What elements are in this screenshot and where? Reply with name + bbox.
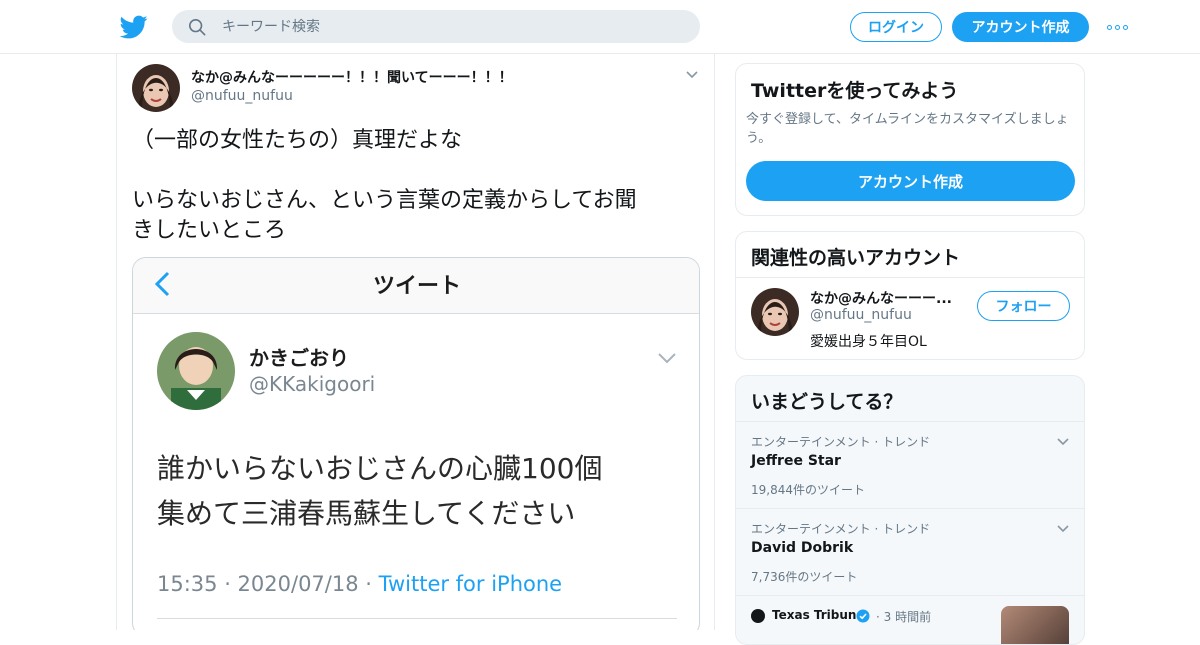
login-button[interactable]: ログイン bbox=[850, 12, 942, 42]
author-handle[interactable]: @nufuu_nufuu bbox=[191, 88, 293, 104]
screenshot-author-name: かきごおり bbox=[249, 346, 349, 370]
more-options-icon[interactable] bbox=[1107, 22, 1131, 32]
create-account-button[interactable]: アカウント作成 bbox=[746, 161, 1075, 201]
screenshot-tweet-body: 誰かいらないおじさんの心臓100個 集めて三浦春馬蘇生してください bbox=[157, 446, 677, 536]
trend-context: エンターテインメント · トレンド bbox=[751, 435, 931, 449]
news-item[interactable]: Texas Tribune · 3 時間前 bbox=[736, 595, 1084, 644]
related-account-handle[interactable]: @nufuu_nufuu bbox=[810, 307, 912, 323]
trend-name[interactable]: David Dobrik bbox=[751, 540, 853, 556]
screenshot-time: 15:35 · 2020/07/18 · bbox=[157, 572, 379, 596]
trend-item[interactable]: エンターテインメント · トレンド Jeffree Star 19,844件のツ… bbox=[736, 421, 1084, 508]
trends-card-title: いまどうしてる？ bbox=[751, 391, 903, 413]
chevron-down-icon[interactable] bbox=[685, 70, 699, 80]
signup-button[interactable]: アカウント作成 bbox=[952, 12, 1089, 42]
tweet-text-line: いらないおじさん、という言葉の定義からしてお聞 bbox=[132, 188, 637, 213]
divider bbox=[157, 618, 677, 619]
trend-count: 19,844件のツイート bbox=[751, 483, 865, 497]
news-time: · 3 時間前 bbox=[876, 610, 932, 624]
tweet-text-line: きしたいところ bbox=[132, 218, 287, 243]
related-account-bio: 愛媛出身５年目OL bbox=[810, 334, 927, 350]
signup-card: Twitterを使ってみよう 今すぐ登録して、タイムラインをカスタマイズしましょ… bbox=[735, 63, 1085, 216]
related-card-title: 関連性の高いアカウント bbox=[751, 247, 961, 269]
trend-count: 7,736件のツイート bbox=[751, 570, 858, 584]
related-accounts-card: 関連性の高いアカウント なか@みんなーーー... @nufuu_nufuu 愛媛… bbox=[735, 231, 1085, 360]
attached-screenshot-image[interactable]: ツイート かきごおり @KKakigoori 誰かいらないおじさんの心臓100個… bbox=[132, 257, 700, 630]
screenshot-title: ツイート bbox=[372, 274, 461, 299]
news-source[interactable]: Texas Tribune bbox=[772, 608, 865, 622]
related-account-avatar[interactable] bbox=[751, 288, 799, 336]
tweet-text-line: （一部の女性たちの）真理だよな bbox=[132, 128, 463, 153]
news-thumbnail[interactable] bbox=[1001, 606, 1069, 644]
trend-name[interactable]: Jeffree Star bbox=[751, 453, 841, 469]
chevron-down-icon[interactable] bbox=[1056, 524, 1070, 533]
trends-card: いまどうしてる？ エンターテインメント · トレンド Jeffree Star … bbox=[735, 375, 1085, 645]
screenshot-body-line: 集めて三浦春馬蘇生してください bbox=[157, 497, 576, 530]
author-name[interactable]: なか@みんなーーーーー！！！聞いてーーー！！！ bbox=[191, 67, 513, 87]
verified-badge-icon bbox=[856, 609, 870, 623]
tweet-column: なか@みんなーーーーー！！！聞いてーーー！！！ @nufuu_nufuu （一部… bbox=[116, 54, 715, 630]
screenshot-timestamp: 15:35 · 2020/07/18 · Twitter for iPhone bbox=[157, 572, 562, 596]
screenshot-avatar bbox=[157, 332, 235, 410]
signup-card-description: 今すぐ登録して、タイムラインをカスタマイズしましょう。 bbox=[746, 112, 1069, 146]
tweet-text: （一部の女性たちの）真理だよな いらないおじさん、という言葉の定義からしてお聞 … bbox=[132, 126, 702, 246]
search-icon bbox=[188, 18, 206, 36]
trend-context: エンターテインメント · トレンド bbox=[751, 522, 931, 536]
search-input[interactable] bbox=[222, 10, 682, 43]
screenshot-body-line: 誰かいらないおじさんの心臓100個 bbox=[157, 452, 603, 485]
signup-card-title: Twitterを使ってみよう bbox=[751, 80, 959, 102]
top-navigation-bar: ログイン アカウント作成 bbox=[0, 0, 1200, 54]
divider bbox=[736, 277, 1084, 278]
screenshot-source: Twitter for iPhone bbox=[378, 572, 563, 596]
chevron-down-icon[interactable] bbox=[1056, 437, 1070, 446]
chevron-down-icon bbox=[658, 353, 676, 364]
news-source-icon bbox=[751, 609, 765, 623]
screenshot-header: ツイート bbox=[133, 258, 699, 314]
screenshot-author-handle: @KKakigoori bbox=[249, 372, 376, 396]
follow-button[interactable]: フォロー bbox=[977, 291, 1070, 321]
trend-item[interactable]: エンターテインメント · トレンド David Dobrik 7,736件のツイ… bbox=[736, 508, 1084, 595]
search-box[interactable] bbox=[172, 10, 700, 43]
related-account-name[interactable]: なか@みんなーーー... bbox=[810, 288, 962, 308]
twitter-bird-icon[interactable] bbox=[120, 13, 148, 41]
author-avatar[interactable] bbox=[132, 64, 180, 112]
